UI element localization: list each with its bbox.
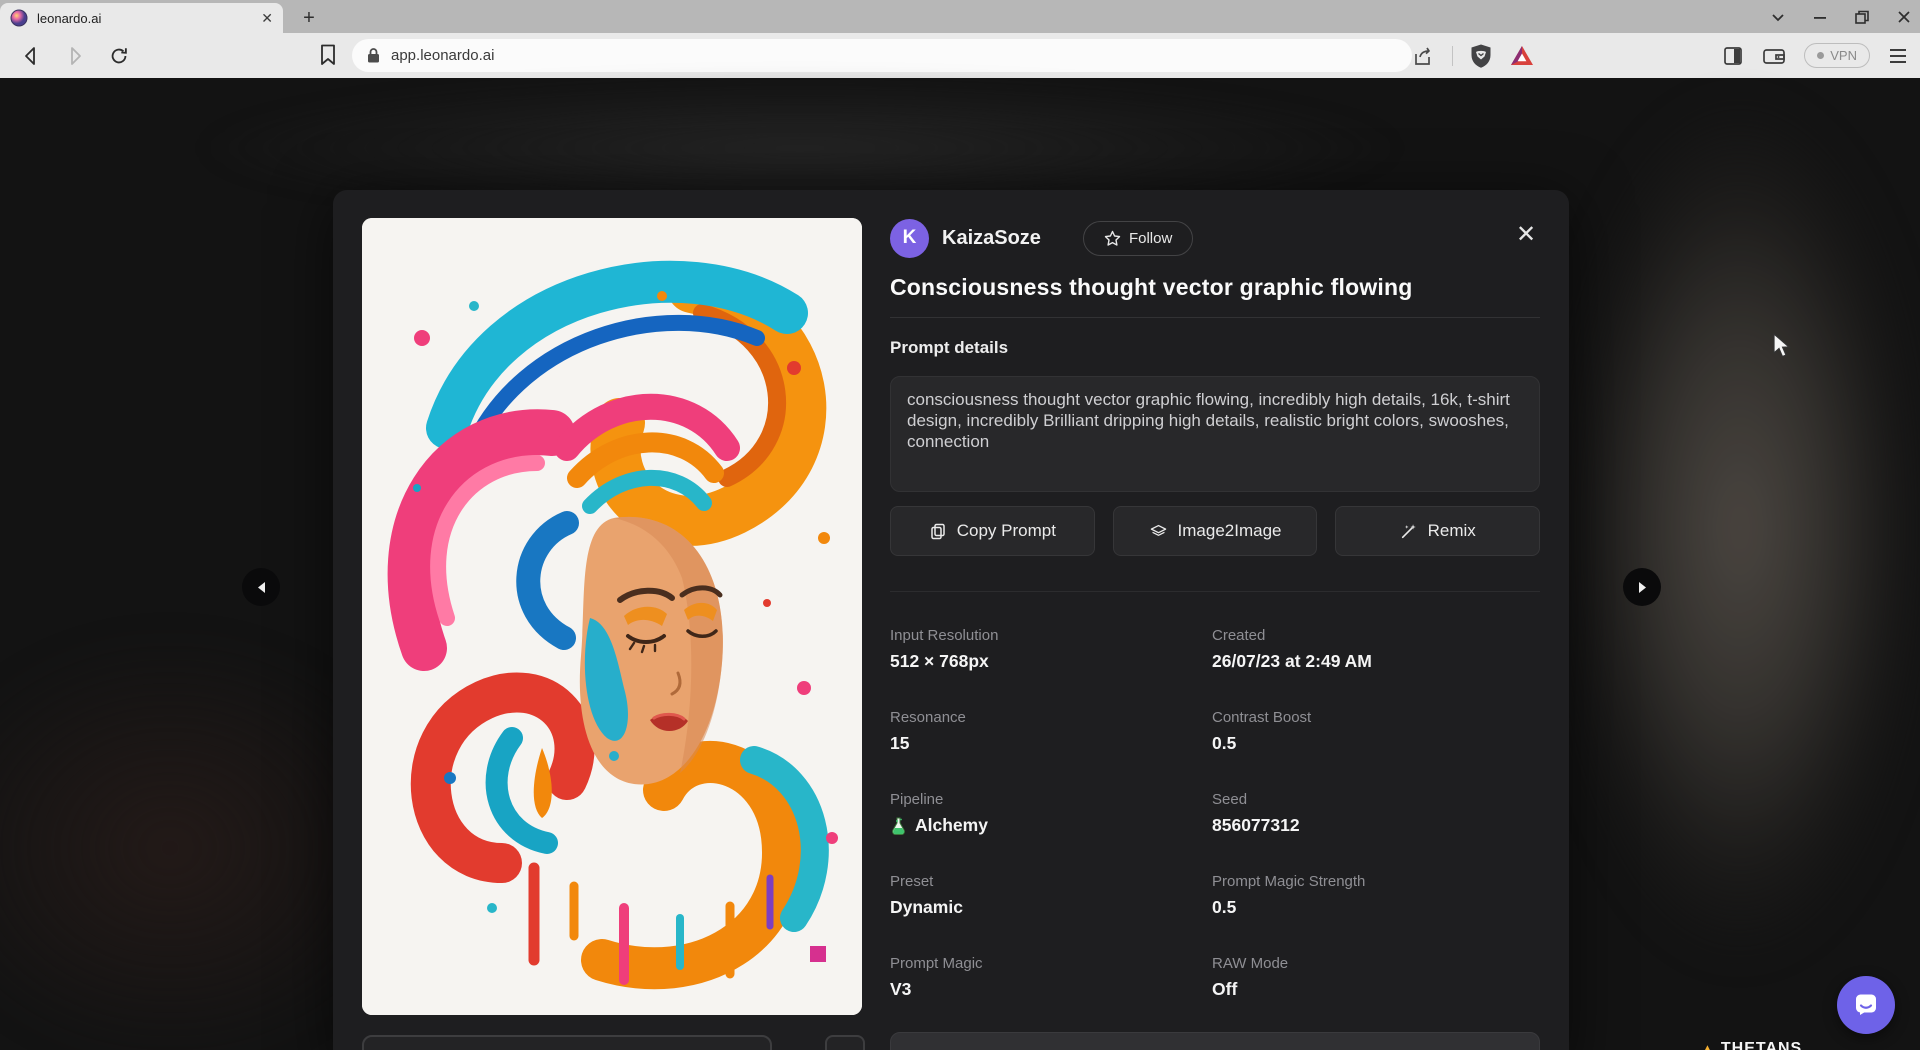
vpn-label: VPN [1830,48,1857,63]
generated-image[interactable] [362,218,862,1015]
meta-value-resonance: 15 [890,733,1212,754]
avatar[interactable]: K [890,219,929,258]
window-controls [1770,0,1912,33]
chevron-right-icon [1637,581,1648,594]
bookmark-icon[interactable] [318,43,338,67]
star-icon [1104,230,1121,247]
divider [1452,46,1453,66]
prev-image-button[interactable] [242,568,280,606]
thumbnail-strip[interactable] [362,1035,772,1050]
meta-value-input-resolution: 512 × 768px [890,651,1212,672]
chat-support-button[interactable] [1837,976,1895,1034]
meta-value-contrast-boost: 0.5 [1212,733,1540,754]
chevron-left-icon [256,581,267,594]
remix-label: Remix [1428,521,1476,541]
flame-icon: ▲ [1700,1041,1716,1050]
meta-label: Seed [1212,791,1540,808]
meta-label: RAW Mode [1212,955,1540,972]
layers-icon [1149,522,1168,541]
divider [890,591,1540,592]
meta-value-prompt-magic-strength: 0.5 [1212,897,1540,918]
tab-close-icon[interactable]: ✕ [261,10,273,27]
meta-label: Preset [890,873,1212,890]
copy-icon [929,522,947,540]
vpn-badge[interactable]: VPN [1804,43,1870,68]
author-name[interactable]: KaizaSoze [942,227,1041,250]
metadata-grid: Input Resolution 512 × 768px Created 26/07… [890,627,1540,1037]
vpn-dot-icon [1817,52,1824,59]
window-close-icon[interactable] [1896,9,1912,25]
image-details-modal: K KaizaSoze Follow Consciousness thought… [333,190,1569,1050]
meta-label: Input Resolution [890,627,1212,644]
copy-prompt-button[interactable]: Copy Prompt [890,506,1095,556]
artwork-illustration [362,218,862,1015]
meta-label: Contrast Boost [1212,709,1540,726]
meta-value-created: 26/07/23 at 2:49 AM [1212,651,1540,672]
mouse-cursor [1770,333,1792,359]
meta-value-raw-mode: Off [1212,979,1540,1000]
sidebar-icon[interactable] [1722,45,1744,67]
browser-toolbar: app.leonardo.ai VPN [0,33,1920,78]
meta-label: Created [1212,627,1540,644]
tab-search-icon[interactable] [1770,9,1786,25]
meta-value-prompt-magic: V3 [890,979,1212,1000]
meta-label: Prompt Magic [890,955,1212,972]
author-row: K KaizaSoze Follow [890,218,1540,258]
brave-rewards-icon[interactable] [1509,44,1535,68]
tab-title: leonardo.ai [37,11,252,26]
meta-value-seed: 856077312 [1212,815,1540,836]
image2image-button[interactable]: Image2Image [1113,506,1318,556]
modal-close-icon[interactable]: ✕ [1513,222,1539,248]
watermark: ▲ THETANS [1700,1040,1802,1050]
meta-label: Resonance [890,709,1212,726]
meta-value-preset: Dynamic [890,897,1212,918]
favicon-icon [10,9,28,27]
browser-tab[interactable]: leonardo.ai ✕ [0,3,283,33]
generate-with-model-button[interactable]: Generate with this model [890,1032,1540,1050]
url-text[interactable]: app.leonardo.ai [391,47,494,64]
details-panel: K KaizaSoze Follow Consciousness thought… [890,218,1540,1037]
brave-shield-icon[interactable] [1469,43,1493,69]
share-icon[interactable] [1412,44,1436,68]
meta-value-pipeline: Alchemy [890,815,1212,836]
back-icon[interactable] [20,45,42,67]
tab-strip: leonardo.ai ✕ + [0,0,1920,33]
menu-icon[interactable] [1888,47,1908,65]
new-tab-button[interactable]: + [296,5,322,31]
reload-icon[interactable] [108,45,130,67]
prompt-text-box[interactable]: consciousness thought vector graphic flo… [890,376,1540,492]
follow-label: Follow [1129,230,1172,247]
restore-icon[interactable] [1854,9,1870,25]
blurred-next-image [1555,98,1920,958]
copy-prompt-label: Copy Prompt [957,521,1056,541]
url-bar[interactable]: app.leonardo.ai [352,39,1412,72]
thumbnail-item[interactable] [825,1035,865,1050]
meta-label: Pipeline [890,791,1212,808]
wand-icon [1400,522,1418,540]
potion-icon [890,816,907,835]
action-buttons: Copy Prompt Image2Image Remix [890,506,1540,556]
lock-icon[interactable] [366,47,381,64]
generation-title: Consciousness thought vector graphic flo… [890,274,1540,301]
follow-button[interactable]: Follow [1083,221,1193,256]
wallet-icon[interactable] [1762,45,1786,67]
minimize-icon[interactable] [1812,9,1828,25]
remix-button[interactable]: Remix [1335,506,1540,556]
screen: leonardo.ai ✕ + app.leonardo.ai [0,0,1920,1050]
prompt-details-heading: Prompt details [890,338,1540,358]
next-image-button[interactable] [1623,568,1661,606]
meta-label: Prompt Magic Strength [1212,873,1540,890]
chat-bubble-icon [1852,991,1880,1019]
divider [890,317,1540,318]
image2image-label: Image2Image [1178,521,1282,541]
forward-icon[interactable] [64,45,86,67]
